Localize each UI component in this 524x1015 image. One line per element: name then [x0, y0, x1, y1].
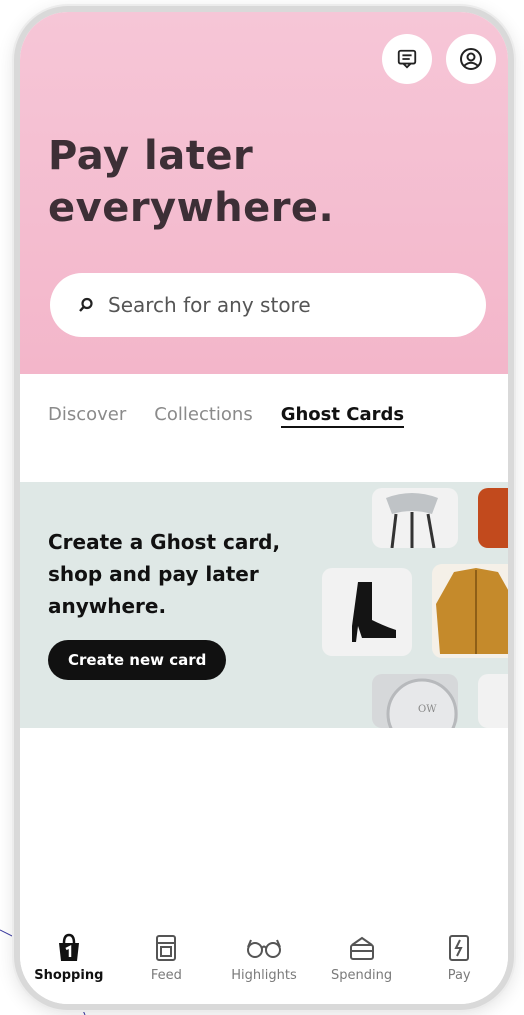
tab-collections[interactable]: Collections	[154, 404, 252, 428]
hero-section: Pay later everywhere. Search for any sto…	[20, 12, 508, 374]
create-new-card-button[interactable]: Create new card	[48, 640, 227, 680]
watch-image: OW	[372, 674, 458, 728]
tab-discover[interactable]: Discover	[48, 404, 126, 428]
receipt-icon	[449, 935, 470, 961]
title-line-1: Pay later	[48, 133, 254, 179]
banner-text: Create a Ghost card, shop and pay later …	[48, 526, 280, 622]
nav-spending[interactable]: Spending	[317, 928, 407, 983]
nav-feed-label: Feed	[150, 968, 182, 983]
tab-ghost-cards[interactable]: Ghost Cards	[280, 404, 405, 428]
wallet-icon	[349, 936, 374, 960]
boot-image	[322, 568, 412, 656]
watch-text: OW	[418, 704, 437, 715]
phone-frame: Pay later everywhere. Search for any sto…	[14, 6, 514, 1010]
messages-button[interactable]	[382, 34, 432, 84]
nav-spending-label: Spending	[331, 968, 393, 983]
nav-pay-label: Pay	[447, 968, 471, 983]
banner-line-2: shop and pay later	[48, 562, 259, 586]
profile-icon	[460, 48, 482, 70]
search-bar[interactable]: Search for any store	[50, 273, 486, 337]
glasses-icon	[246, 939, 281, 958]
nav-highlights[interactable]: Highlights	[219, 928, 309, 983]
orange-product-image	[478, 488, 508, 548]
top-actions	[382, 34, 496, 84]
feed-icon	[156, 935, 177, 961]
messages-icon	[397, 49, 417, 69]
title-line-2: everywhere.	[48, 185, 335, 231]
chair-image	[372, 488, 458, 549]
profile-button[interactable]	[446, 34, 496, 84]
nav-shopping[interactable]: Shopping	[24, 928, 114, 983]
nav-shopping-label: Shopping	[34, 968, 104, 983]
banner-line-1: Create a Ghost card,	[48, 530, 281, 554]
shopping-bag-icon	[58, 933, 79, 961]
ghost-card-banner: Create a Ghost card, shop and pay later …	[20, 482, 508, 728]
tab-bar: Discover Collections Ghost Cards	[48, 404, 405, 428]
page-title: Pay later everywhere.	[48, 130, 334, 234]
bottom-navigation: Shopping Feed Highlights Spending Pay	[20, 922, 508, 1004]
nav-feed[interactable]: Feed	[121, 928, 211, 983]
search-icon	[79, 297, 93, 312]
extra-product-image	[478, 674, 508, 728]
search-placeholder: Search for any store	[108, 293, 311, 317]
banner-line-3: anywhere.	[48, 594, 167, 618]
nav-pay[interactable]: Pay	[414, 928, 504, 983]
nav-highlights-label: Highlights	[231, 968, 297, 983]
jacket-image	[432, 564, 508, 658]
